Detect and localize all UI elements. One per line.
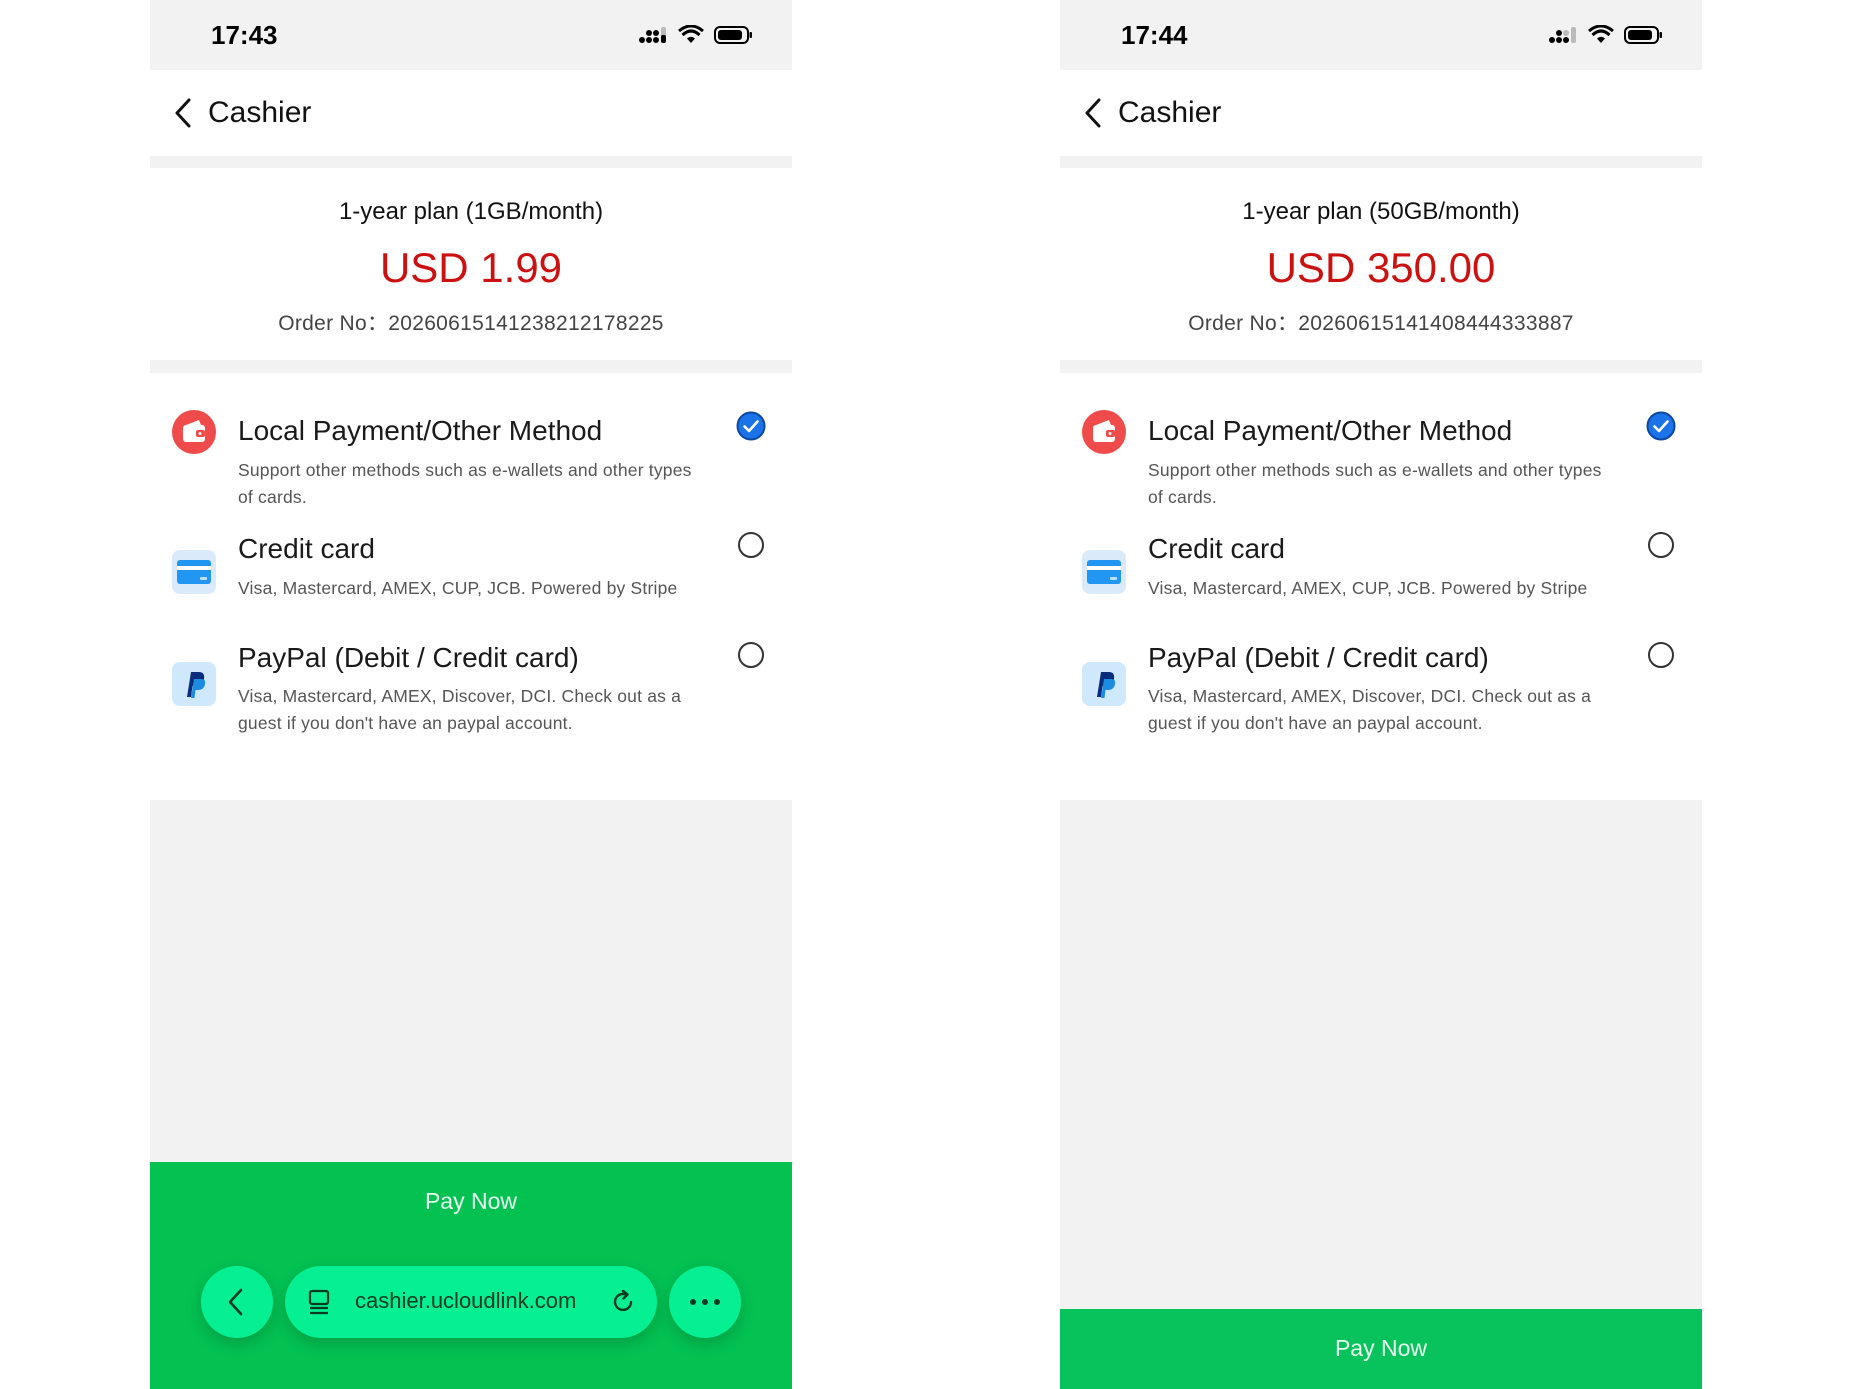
page-title: Cashier <box>1118 96 1222 129</box>
payment-method-local[interactable]: Local Payment/Other Method Support other… <box>150 373 792 513</box>
radio-unchecked-icon[interactable] <box>1648 532 1674 558</box>
back-arrow-icon[interactable] <box>172 97 194 129</box>
order-price: USD 350.00 <box>1266 244 1496 291</box>
plan-name: 1-year plan (1GB/month) <box>338 198 604 225</box>
method-title: PayPal (Debit / Credit card) <box>1148 642 1489 673</box>
browser-toolbar: cashier.ucloudlink.com <box>150 1266 792 1338</box>
radio-checked-icon[interactable] <box>736 411 766 441</box>
status-time: 17:43 <box>211 20 278 50</box>
nav-bar: Cashier <box>150 70 792 156</box>
radio-unchecked-icon[interactable] <box>1648 642 1674 668</box>
status-bar: 17:44 <box>1060 0 1702 70</box>
credit-card-icon <box>1082 550 1126 594</box>
wallet-icon <box>172 410 216 454</box>
payment-methods-list: Local Payment/Other Method Support other… <box>1060 373 1702 800</box>
method-title: Local Payment/Other Method <box>238 415 603 446</box>
wifi-icon <box>678 25 704 43</box>
tab-view-icon <box>308 1289 330 1315</box>
browser-back-button[interactable] <box>201 1266 273 1338</box>
payment-method-credit-card[interactable]: Credit card Visa, Mastercard, AMEX, CUP,… <box>150 513 792 623</box>
phone-screen-left: 17:43 Cashier 1-year plan (1GB/month) US… <box>150 0 792 1389</box>
method-description: Visa, Mastercard, AMEX, CUP, JCB. Powere… <box>1148 578 1588 598</box>
status-bar: 17:43 <box>150 0 792 70</box>
radio-unchecked-icon[interactable] <box>738 642 764 668</box>
payment-method-paypal[interactable]: PayPal (Debit / Credit card) Visa, Maste… <box>1060 623 1702 763</box>
battery-icon <box>1624 26 1662 44</box>
pay-now-label: Pay Now <box>1334 1335 1428 1361</box>
chevron-left-icon <box>228 1288 243 1316</box>
cellular-signal-icon <box>1549 27 1576 43</box>
method-title: PayPal (Debit / Credit card) <box>238 642 579 673</box>
payment-method-credit-card[interactable]: Credit card Visa, Mastercard, AMEX, CUP,… <box>1060 513 1702 623</box>
order-price: USD 1.99 <box>379 244 563 291</box>
nav-bar: Cashier <box>1060 70 1702 156</box>
reload-icon[interactable] <box>609 1288 637 1316</box>
method-title: Credit card <box>238 533 375 564</box>
method-description: Visa, Mastercard, AMEX, CUP, JCB. Powere… <box>238 578 678 598</box>
method-title: Credit card <box>1148 533 1285 564</box>
back-arrow-icon[interactable] <box>1082 97 1104 129</box>
browser-address-bar[interactable]: cashier.ucloudlink.com <box>285 1266 657 1338</box>
method-description: Visa, Mastercard, AMEX, Discover, DCI. C… <box>238 686 682 733</box>
phone-screen-right: 17:44 Cashier 1-year plan (50GB/month) U… <box>1060 0 1702 1389</box>
status-time: 17:44 <box>1121 20 1188 50</box>
browser-url: cashier.ucloudlink.com <box>355 1288 577 1313</box>
wifi-icon <box>1588 25 1614 43</box>
payment-method-paypal[interactable]: PayPal (Debit / Credit card) Visa, Maste… <box>150 623 792 763</box>
credit-card-icon <box>172 550 216 594</box>
method-title: Local Payment/Other Method <box>1148 415 1513 446</box>
order-summary: 1-year plan (1GB/month) USD 1.99 Order N… <box>150 168 792 360</box>
method-description: Visa, Mastercard, AMEX, Discover, DCI. C… <box>1148 686 1592 733</box>
paypal-icon <box>172 662 216 706</box>
pay-now-button[interactable]: Pay Now <box>1060 1309 1702 1389</box>
wallet-icon <box>1082 410 1126 454</box>
battery-icon <box>714 26 752 44</box>
order-number: Order No：20260615141238212178225 <box>278 312 664 335</box>
browser-more-button[interactable] <box>669 1266 741 1338</box>
radio-unchecked-icon[interactable] <box>738 532 764 558</box>
payment-method-local[interactable]: Local Payment/Other Method Support other… <box>1060 373 1702 513</box>
cellular-signal-icon <box>639 27 666 43</box>
order-summary: 1-year plan (50GB/month) USD 350.00 Orde… <box>1060 168 1702 360</box>
pay-now-label: Pay Now <box>424 1188 518 1214</box>
page-title: Cashier <box>208 96 312 129</box>
radio-checked-icon[interactable] <box>1646 411 1676 441</box>
plan-name: 1-year plan (50GB/month) <box>1242 198 1520 225</box>
method-description: Support other methods such as e-wallets … <box>238 460 692 507</box>
order-number: Order No：20260615141408444333887 <box>1188 312 1574 335</box>
method-description: Support other methods such as e-wallets … <box>1148 460 1602 507</box>
payment-methods-list: Local Payment/Other Method Support other… <box>150 373 792 800</box>
paypal-icon <box>1082 662 1126 706</box>
more-dots-icon <box>690 1299 720 1305</box>
